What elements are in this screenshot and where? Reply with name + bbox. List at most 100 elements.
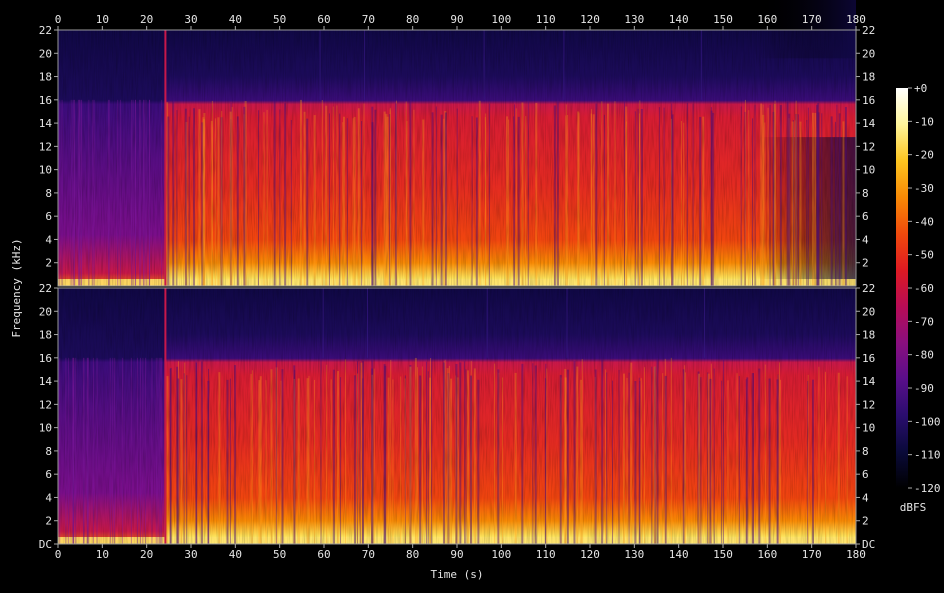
x-tick-label-top: 140 bbox=[669, 13, 689, 26]
x-tick-label-top: 90 bbox=[450, 13, 463, 26]
channel-2-texture bbox=[58, 288, 856, 544]
x-tick-label-bottom: 160 bbox=[757, 548, 777, 561]
y-tick-label-left: 18 bbox=[39, 329, 52, 342]
y-tick-label-right: 2 bbox=[862, 257, 869, 270]
colorbar-tick-label: -30 bbox=[914, 182, 934, 195]
y-tick-label-right: 16 bbox=[862, 352, 875, 365]
channel-2-high-line bbox=[703, 288, 705, 358]
x-tick-label-top: 130 bbox=[624, 13, 644, 26]
colorbar-tick-label: -60 bbox=[914, 282, 934, 295]
y-tick-label-left: 14 bbox=[39, 117, 53, 130]
x-tick-label-top: 60 bbox=[317, 13, 330, 26]
y-tick-label-right: 6 bbox=[862, 468, 869, 481]
y-tick-label-left: DC bbox=[39, 538, 52, 551]
channel-2-boundary bbox=[164, 288, 167, 544]
colorbar-tick-label: -120 bbox=[914, 482, 941, 495]
x-tick-label-bottom: 140 bbox=[669, 548, 689, 561]
colorbar-label: dBFS bbox=[900, 501, 927, 514]
y-tick-label-right: 14 bbox=[862, 375, 876, 388]
y-tick-label-left: 4 bbox=[45, 491, 52, 504]
y-tick-label-right: 4 bbox=[862, 233, 869, 246]
channel-2-high-line bbox=[486, 288, 488, 358]
y-tick-label-left: 20 bbox=[39, 47, 52, 60]
y-tick-label-left: 20 bbox=[39, 305, 52, 318]
x-tick-label-bottom: 150 bbox=[713, 548, 733, 561]
y-tick-label-right: 8 bbox=[862, 445, 869, 458]
x-tick-label-bottom: 90 bbox=[450, 548, 463, 561]
x-tick-label-bottom: 20 bbox=[140, 548, 153, 561]
y-tick-label-left: 8 bbox=[45, 445, 52, 458]
colorbar-tick-label: -100 bbox=[914, 415, 941, 428]
y-tick-label-right: 20 bbox=[862, 305, 875, 318]
channel-1-high-line bbox=[700, 30, 702, 100]
y-tick-label-right: 12 bbox=[862, 140, 875, 153]
channel-2-high-line bbox=[367, 288, 369, 358]
y-tick-label-left: 12 bbox=[39, 398, 52, 411]
y-tick-label-left: 16 bbox=[39, 94, 52, 107]
y-tick-label-right: 8 bbox=[862, 187, 869, 200]
x-tick-label-top: 120 bbox=[580, 13, 600, 26]
y-tick-label-right: 14 bbox=[862, 117, 876, 130]
y-axis-title: Frequency (kHz) bbox=[10, 238, 23, 337]
y-tick-label-left: 8 bbox=[45, 187, 52, 200]
y-tick-label-left: 6 bbox=[45, 468, 52, 481]
x-axis-bottom: 0 10 20 30 40 50 60 70 80 90 100 110 120 130 140 150 160… bbox=[55, 544, 866, 561]
x-axis-top: 0 10 20 30 40 50 60 70 80 90 100 110 120 130 140 150 160… bbox=[55, 13, 866, 30]
colorbar-tick-label: -20 bbox=[914, 149, 934, 162]
spectrogram-chart: 0 10 20 30 40 50 60 70 80 90 100 110 120 130 140 150 160… bbox=[10, 0, 941, 581]
x-tick-label-bottom: 50 bbox=[273, 548, 286, 561]
y-tick-label-right: 18 bbox=[862, 329, 875, 342]
y-tick-label-right: 2 bbox=[862, 515, 869, 528]
y-tick-label-left: 18 bbox=[39, 71, 52, 84]
channel-2-high-line bbox=[322, 288, 324, 358]
y-tick-label-left: 14 bbox=[39, 375, 53, 388]
y-tick-label-right: 12 bbox=[862, 398, 875, 411]
y-tick-label-left: 2 bbox=[45, 515, 52, 528]
y-tick-label-right: 22 bbox=[862, 24, 875, 37]
y-tick-label-right: 22 bbox=[862, 282, 875, 295]
x-tick-label-bottom: 40 bbox=[229, 548, 242, 561]
colorbar-tick-label: +0 bbox=[914, 82, 927, 95]
y-tick-label-right: DC bbox=[862, 538, 875, 551]
x-tick-label-bottom: 70 bbox=[362, 548, 375, 561]
x-axis-title: Time (s) bbox=[431, 568, 484, 581]
y-tick-label-left: 10 bbox=[39, 164, 52, 177]
x-tick-label-top: 70 bbox=[362, 13, 375, 26]
x-tick-label-bottom: 170 bbox=[802, 548, 822, 561]
x-tick-label-top: 50 bbox=[273, 13, 286, 26]
y-tick-label-left: 22 bbox=[39, 24, 52, 37]
colorbar bbox=[896, 88, 908, 488]
y-tick-label-left: 16 bbox=[39, 352, 52, 365]
colorbar-tick-label: -40 bbox=[914, 215, 934, 228]
y-tick-label-left: 10 bbox=[39, 422, 52, 435]
x-tick-label-top: 30 bbox=[184, 13, 197, 26]
channel-1-high-line bbox=[483, 30, 485, 100]
channel-1-boundary bbox=[164, 30, 167, 286]
colorbar-tick-label: -70 bbox=[914, 315, 934, 328]
x-tick-label-bottom: 130 bbox=[624, 548, 644, 561]
x-tick-label-top: 20 bbox=[140, 13, 153, 26]
x-tick-label-bottom: 30 bbox=[184, 548, 197, 561]
y-tick-label-right: 10 bbox=[862, 422, 875, 435]
x-tick-label-top: 40 bbox=[229, 13, 242, 26]
y-tick-label-right: 20 bbox=[862, 47, 875, 60]
channel-1-texture bbox=[58, 30, 856, 286]
x-tick-label-bottom: 10 bbox=[96, 548, 109, 561]
x-tick-label-top: 150 bbox=[713, 13, 733, 26]
colorbar-tick-label: -80 bbox=[914, 349, 934, 362]
y-tick-label-left: 6 bbox=[45, 210, 52, 223]
x-tick-label-top: 0 bbox=[55, 13, 62, 26]
y-tick-label-left: 22 bbox=[39, 282, 52, 295]
y-tick-label-left: 12 bbox=[39, 140, 52, 153]
channel-2-outro bbox=[758, 0, 856, 59]
channel-2-high-line bbox=[566, 288, 568, 358]
channel-1-high-line bbox=[363, 30, 365, 100]
colorbar-tick-label: -50 bbox=[914, 249, 934, 262]
x-tick-label-top: 170 bbox=[802, 13, 822, 26]
y-tick-label-left: 4 bbox=[45, 233, 52, 246]
colorbar-ticks: +0 -10 -20 -30 -40 -50 -60 -70 -80 -90 -100 -110 -12… bbox=[908, 82, 941, 495]
x-tick-label-bottom: 80 bbox=[406, 548, 419, 561]
colorbar-tick-label: -110 bbox=[914, 449, 941, 462]
x-tick-label-top: 100 bbox=[491, 13, 511, 26]
colorbar-tick-label: -90 bbox=[914, 382, 934, 395]
